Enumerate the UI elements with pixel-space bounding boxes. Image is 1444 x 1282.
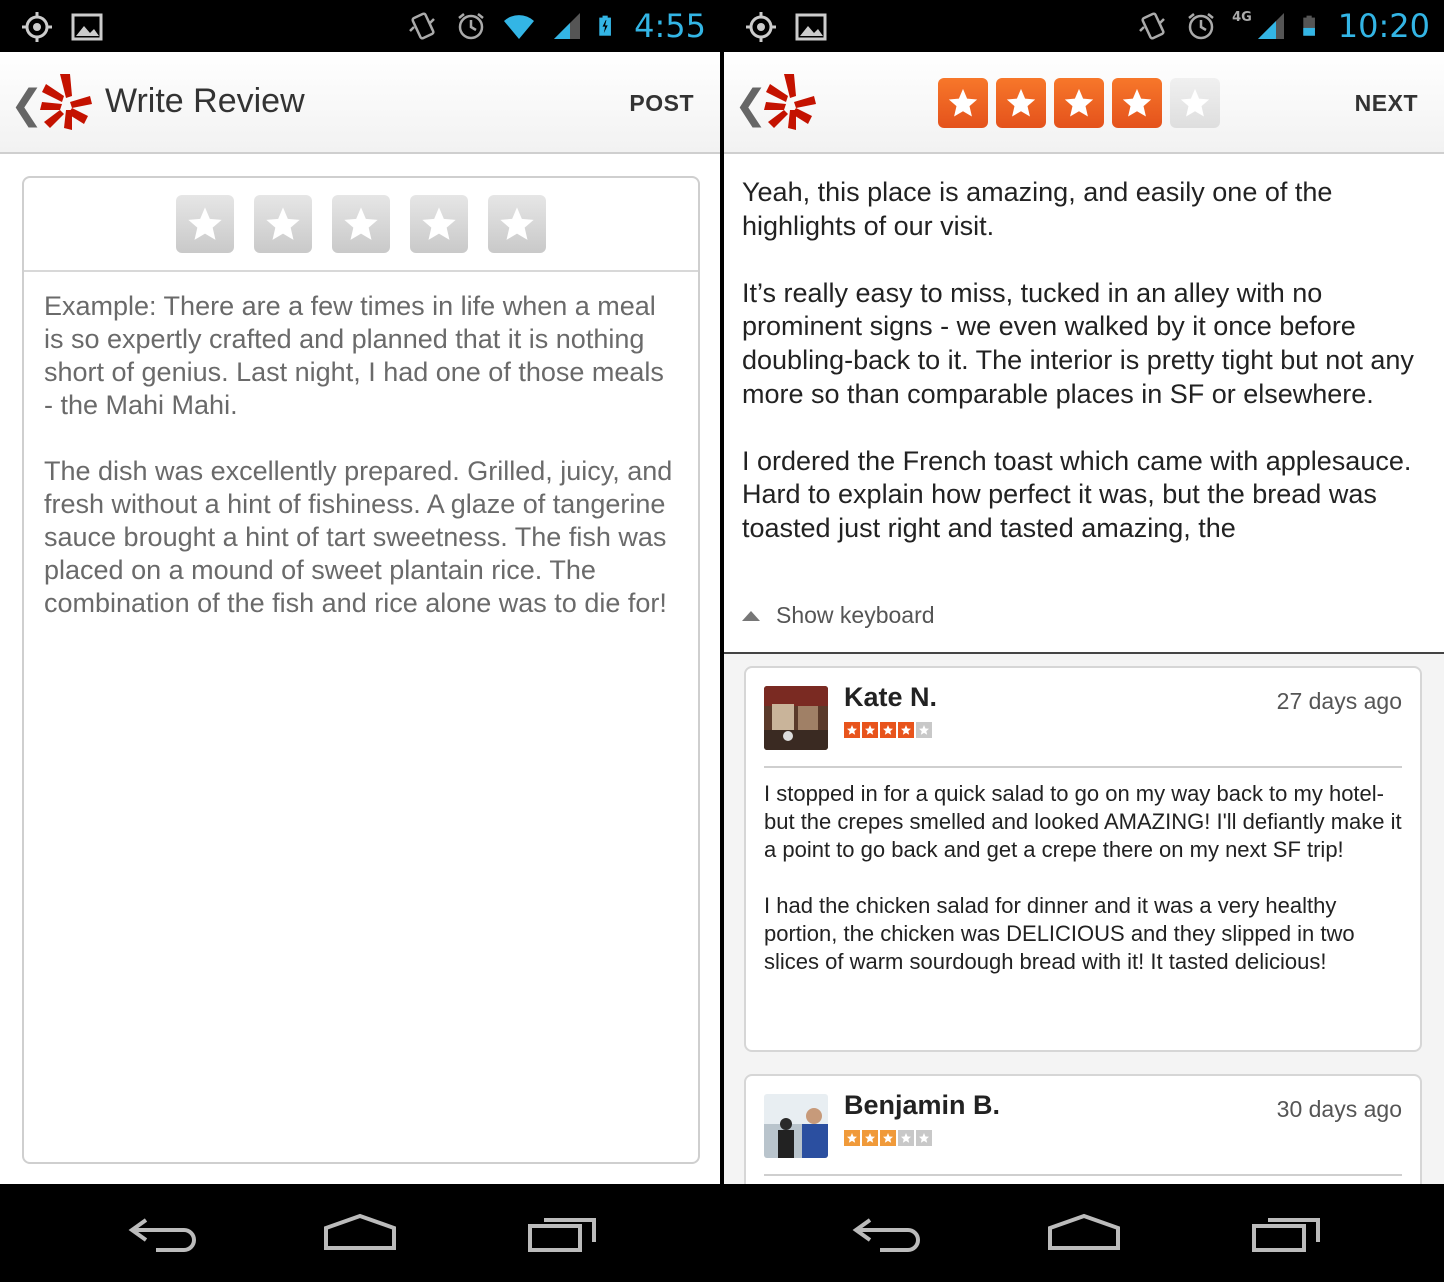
avatar [764, 1094, 828, 1158]
alarm-icon [1188, 13, 1214, 40]
review-star-rating [844, 722, 932, 738]
review-date: 27 days ago [1276, 688, 1402, 714]
recents-nav-icon[interactable] [1250, 1212, 1326, 1254]
mini-star-icon [898, 1130, 914, 1146]
review-text-input[interactable]: Example: There are a few times in life w… [24, 272, 698, 620]
review-editor-card: Example: There are a few times in life w… [22, 176, 700, 1164]
home-nav-icon[interactable] [1046, 1212, 1122, 1254]
home-nav-icon[interactable] [322, 1212, 398, 1254]
yelp-logo-icon[interactable] [38, 70, 94, 134]
star-rating-selector [938, 78, 1220, 128]
star-icon [1064, 88, 1094, 117]
mini-star-icon [862, 1130, 878, 1146]
star-icon [1006, 88, 1036, 117]
review-card[interactable]: Benjamin B. 30 days ago [744, 1074, 1422, 1184]
user-photo-icon [764, 686, 828, 750]
review-date: 30 days ago [1276, 1096, 1402, 1122]
star-icon [422, 207, 456, 240]
show-keyboard-label: Show keyboard [776, 602, 935, 628]
status-bar: 4G 10:20 [724, 0, 1444, 52]
network-type-label: 4G [1232, 10, 1252, 25]
signal-icon [554, 13, 581, 39]
status-bar: 4:55 [0, 0, 720, 52]
rating-star-4[interactable] [410, 195, 468, 253]
rating-star-2[interactable] [254, 195, 312, 253]
mini-star-icon [916, 1130, 932, 1146]
reviewer-name: Benjamin B. [844, 1090, 1001, 1120]
star-icon [344, 207, 378, 240]
back-nav-icon[interactable] [126, 1212, 202, 1254]
show-keyboard-button[interactable]: Show keyboard [742, 602, 935, 629]
battery-icon [1303, 15, 1315, 36]
post-button[interactable]: POST [629, 90, 694, 117]
rating-star-4[interactable] [1112, 78, 1162, 128]
reviewer-name: Kate N. [844, 682, 938, 712]
status-clock: 4:55 [634, 7, 706, 45]
navigation-bar [0, 1184, 720, 1282]
image-notification-icon [71, 13, 103, 41]
rating-star-5[interactable] [1170, 78, 1220, 128]
user-photo-icon [764, 1094, 828, 1158]
wifi-icon [504, 15, 535, 39]
rating-star-3[interactable] [1054, 78, 1104, 128]
star-icon [188, 207, 222, 240]
review-card[interactable]: Kate N. 27 days ago I stopped in for a q… [744, 666, 1422, 1052]
mini-star-icon [898, 722, 914, 738]
rating-star-2[interactable] [996, 78, 1046, 128]
divider [764, 766, 1402, 768]
rating-star-3[interactable] [332, 195, 390, 253]
vibrate-icon [1139, 12, 1165, 40]
action-bar: ❮ NEXT [724, 52, 1444, 154]
review-continue-screen: 4G 10:20 ❮ NEXT Yeah, this place is amaz… [724, 0, 1444, 1282]
avatar [764, 686, 828, 750]
other-reviews-list[interactable]: Kate N. 27 days ago I stopped in for a q… [724, 654, 1444, 1184]
star-icon [1180, 88, 1210, 117]
page-title: Write Review [105, 82, 305, 120]
mini-star-icon [844, 1130, 860, 1146]
star-icon [1122, 88, 1152, 117]
review-body: I stopped in for a quick salad to go on … [764, 781, 1402, 974]
mini-star-icon [844, 722, 860, 738]
write-review-screen: 4:55 ❮ Write Review POST Example: There … [0, 0, 720, 1282]
star-rating-selector [24, 178, 698, 272]
review-text-input[interactable]: Yeah, this place is amazing, and easily … [742, 176, 1432, 582]
mini-star-icon [880, 1130, 896, 1146]
gps-icon [746, 12, 776, 42]
alarm-icon [458, 13, 484, 40]
mini-star-icon [916, 722, 932, 738]
caret-up-icon [742, 610, 760, 621]
navigation-bar [724, 1184, 1444, 1282]
rating-star-1[interactable] [176, 195, 234, 253]
vibrate-icon [409, 12, 436, 40]
gps-icon [22, 12, 52, 42]
review-star-rating [844, 1130, 932, 1146]
rating-star-5[interactable] [488, 195, 546, 253]
divider [764, 1174, 1402, 1176]
mini-star-icon [862, 722, 878, 738]
star-icon [500, 207, 534, 240]
back-nav-icon[interactable] [850, 1212, 926, 1254]
action-bar: ❮ Write Review POST [0, 52, 720, 154]
star-icon [948, 88, 978, 117]
yelp-logo-icon[interactable] [762, 70, 818, 134]
status-clock: 10:20 [1337, 7, 1430, 45]
next-button[interactable]: NEXT [1355, 90, 1418, 117]
battery-icon [599, 15, 612, 36]
star-icon [266, 207, 300, 240]
image-notification-icon [795, 13, 827, 41]
recents-nav-icon[interactable] [526, 1212, 602, 1254]
mini-star-icon [880, 722, 896, 738]
signal-icon [1257, 13, 1284, 39]
rating-star-1[interactable] [938, 78, 988, 128]
